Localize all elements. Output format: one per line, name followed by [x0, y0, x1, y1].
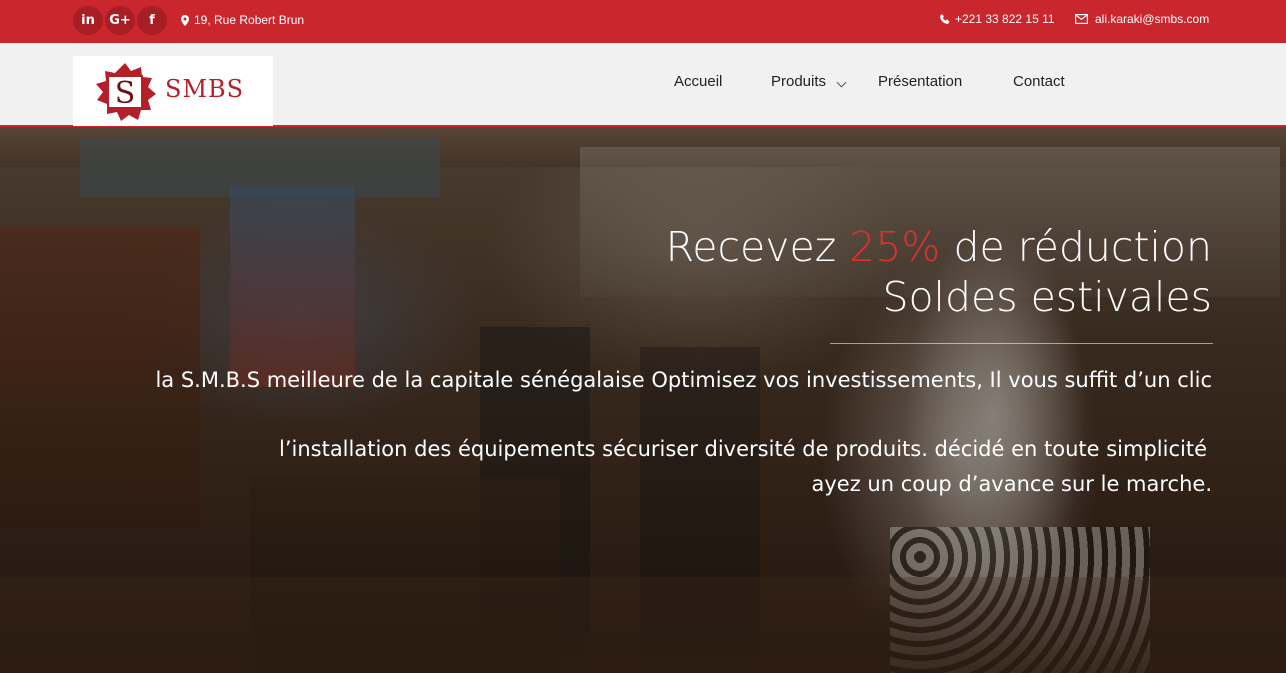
phone-icon [940, 14, 950, 24]
hero-title: Recevez 25% de réduction Soldes estivale… [666, 222, 1212, 322]
svg-text:S: S [115, 76, 136, 111]
top-bar: in G+ f 19, Rue Robert Brun +221 33 822 … [0, 0, 1286, 43]
hero-paragraph-2-line-2: ayez un coup d’avance sur le marche. [811, 472, 1212, 496]
logo-emblem: S [96, 63, 156, 121]
hero-divider [830, 343, 1213, 344]
map-marker-icon [181, 14, 189, 26]
google-plus-icon[interactable]: G+ [105, 6, 135, 35]
address: 19, Rue Robert Brun [181, 13, 304, 27]
facebook-icon[interactable]: f [137, 6, 167, 35]
logo-text: SMBS [165, 75, 245, 103]
linkedin-icon[interactable]: in [73, 6, 103, 35]
chevron-down-icon[interactable] [836, 77, 847, 88]
envelope-icon [1075, 14, 1088, 24]
nav-presentation[interactable]: Présentation [878, 73, 962, 90]
email[interactable]: ali.karaki@smbs.com [1075, 12, 1209, 26]
discount-value: 25% [849, 223, 941, 271]
nav-produits[interactable]: Produits [771, 73, 826, 90]
hero-title-prefix: Recevez [665, 223, 850, 271]
logo[interactable]: S SMBS [73, 56, 273, 126]
phone[interactable]: +221 33 822 15 11 [940, 12, 1055, 26]
hero-paragraph-1: la S.M.B.S meilleure de la capitale séné… [155, 368, 1212, 392]
hero-title-suffix: de réduction [940, 223, 1212, 271]
nav-contact[interactable]: Contact [1013, 73, 1065, 90]
hero-overlay [0, 127, 1286, 673]
hero-banner: Recevez 25% de réduction Soldes estivale… [0, 127, 1286, 673]
email-text: ali.karaki@smbs.com [1095, 12, 1210, 26]
nav-accueil[interactable]: Accueil [674, 73, 722, 90]
phone-text: +221 33 822 15 11 [955, 12, 1055, 26]
hero-subtitle: Soldes estivales [882, 273, 1212, 321]
address-text: 19, Rue Robert Brun [194, 13, 305, 27]
site-header: S SMBS Accueil Produits Présentation Con… [0, 43, 1286, 127]
hero-paragraph-2-line-1: l’installation des équipements sécuriser… [278, 437, 1207, 461]
